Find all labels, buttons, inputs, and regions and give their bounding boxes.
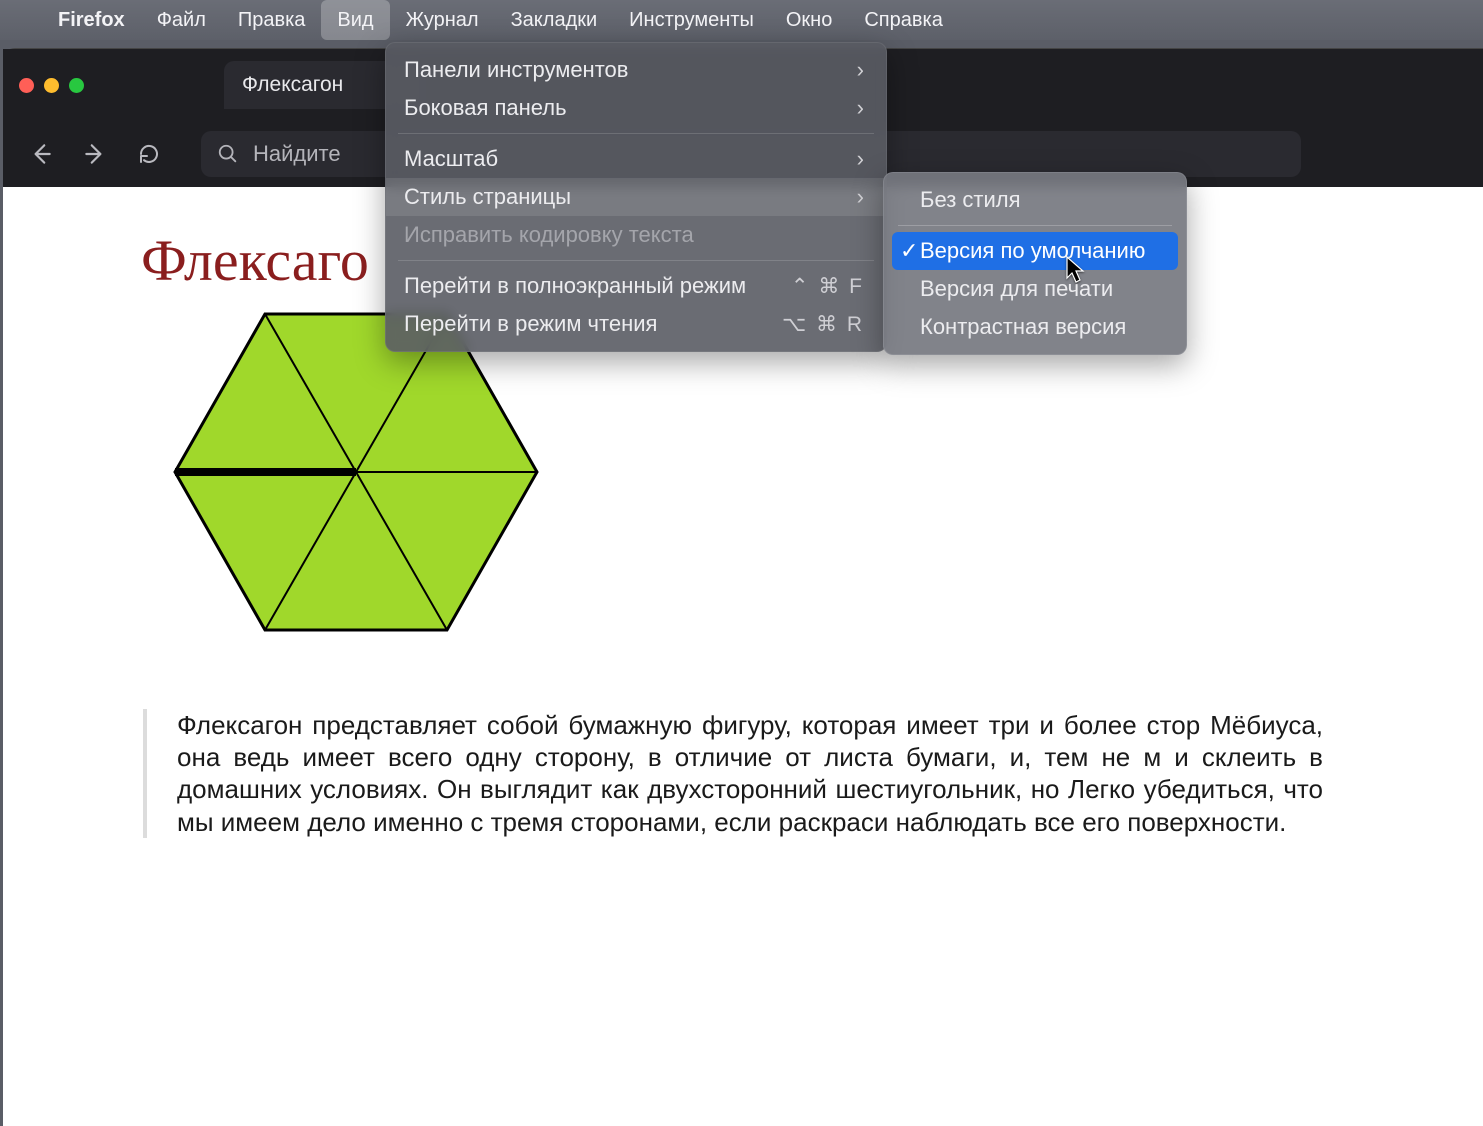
window-controls: [19, 78, 84, 93]
minimize-window-button[interactable]: [44, 78, 59, 93]
maximize-window-button[interactable]: [69, 78, 84, 93]
submenu-item-label: Контрастная версия: [920, 314, 1126, 340]
menubar-item-window[interactable]: Окно: [770, 0, 848, 40]
menu-item-reader-mode[interactable]: Перейти в режим чтения ⌥ ⌘ R: [386, 305, 886, 343]
menu-item-label: Масштаб: [404, 146, 498, 172]
macos-menubar: Firefox Файл Правка Вид Журнал Закладки …: [0, 0, 1483, 40]
forward-button[interactable]: [73, 132, 117, 176]
menu-item-zoom[interactable]: Масштаб ›: [386, 140, 886, 178]
menu-item-label: Перейти в режим чтения: [404, 311, 657, 337]
menu-separator: [898, 225, 1172, 226]
menu-item-sidebar[interactable]: Боковая панель ›: [386, 89, 886, 127]
menu-item-fullscreen[interactable]: Перейти в полноэкранный режим ⌃ ⌘ F: [386, 267, 886, 305]
menu-item-page-style[interactable]: Стиль страницы ›: [386, 178, 886, 216]
menu-item-label: Исправить кодировку текста: [404, 222, 694, 248]
menubar-item-view[interactable]: Вид: [321, 0, 389, 40]
page-paragraph: Флексагон представляет собой бумажную фи…: [143, 709, 1323, 838]
menu-item-toolbars[interactable]: Панели инструментов ›: [386, 51, 886, 89]
view-menu-dropdown: Панели инструментов › Боковая панель › М…: [385, 42, 887, 352]
submenu-item-label: Версия для печати: [920, 276, 1113, 302]
menu-item-fix-encoding: Исправить кодировку текста: [386, 216, 886, 254]
menu-item-label: Перейти в полноэкранный режим: [404, 273, 746, 299]
arrow-left-icon: [28, 141, 54, 167]
menu-separator: [398, 133, 874, 134]
style-option-contrast[interactable]: Контрастная версия: [892, 308, 1178, 346]
menubar-item-bookmarks[interactable]: Закладки: [495, 0, 614, 40]
close-window-button[interactable]: [19, 78, 34, 93]
style-option-none[interactable]: Без стиля: [892, 181, 1178, 219]
hexagon-icon: [173, 312, 539, 632]
reload-icon: [137, 142, 161, 166]
shortcut-label: ⌃ ⌘ F: [791, 274, 864, 299]
hexagon-figure: [173, 312, 1483, 637]
menubar-appname[interactable]: Firefox: [42, 0, 141, 40]
menubar-item-history[interactable]: Журнал: [390, 0, 495, 40]
reload-button[interactable]: [127, 132, 171, 176]
menu-item-label: Боковая панель: [404, 95, 567, 121]
menubar-item-tools[interactable]: Инструменты: [613, 0, 770, 40]
arrow-right-icon: [82, 141, 108, 167]
search-icon: [217, 143, 239, 165]
shortcut-label: ⌥ ⌘ R: [782, 312, 864, 337]
check-icon: ✓: [900, 238, 918, 264]
menubar-item-help[interactable]: Справка: [848, 0, 958, 40]
chevron-right-icon: ›: [857, 57, 864, 83]
page-style-submenu: Без стиля ✓ Версия по умолчанию Версия д…: [883, 172, 1187, 355]
menubar-item-file[interactable]: Файл: [141, 0, 222, 40]
chevron-right-icon: ›: [857, 184, 864, 210]
chevron-right-icon: ›: [857, 146, 864, 172]
submenu-item-label: Версия по умолчанию: [920, 238, 1145, 264]
back-button[interactable]: [19, 132, 63, 176]
style-option-print[interactable]: Версия для печати: [892, 270, 1178, 308]
chevron-right-icon: ›: [857, 95, 864, 121]
search-placeholder-text: Найдите: [253, 141, 341, 167]
menu-separator: [398, 260, 874, 261]
menu-item-label: Панели инструментов: [404, 57, 628, 83]
menu-item-label: Стиль страницы: [404, 184, 571, 210]
style-option-default[interactable]: ✓ Версия по умолчанию: [892, 232, 1178, 270]
submenu-item-label: Без стиля: [920, 187, 1021, 213]
menubar-item-edit[interactable]: Правка: [222, 0, 322, 40]
